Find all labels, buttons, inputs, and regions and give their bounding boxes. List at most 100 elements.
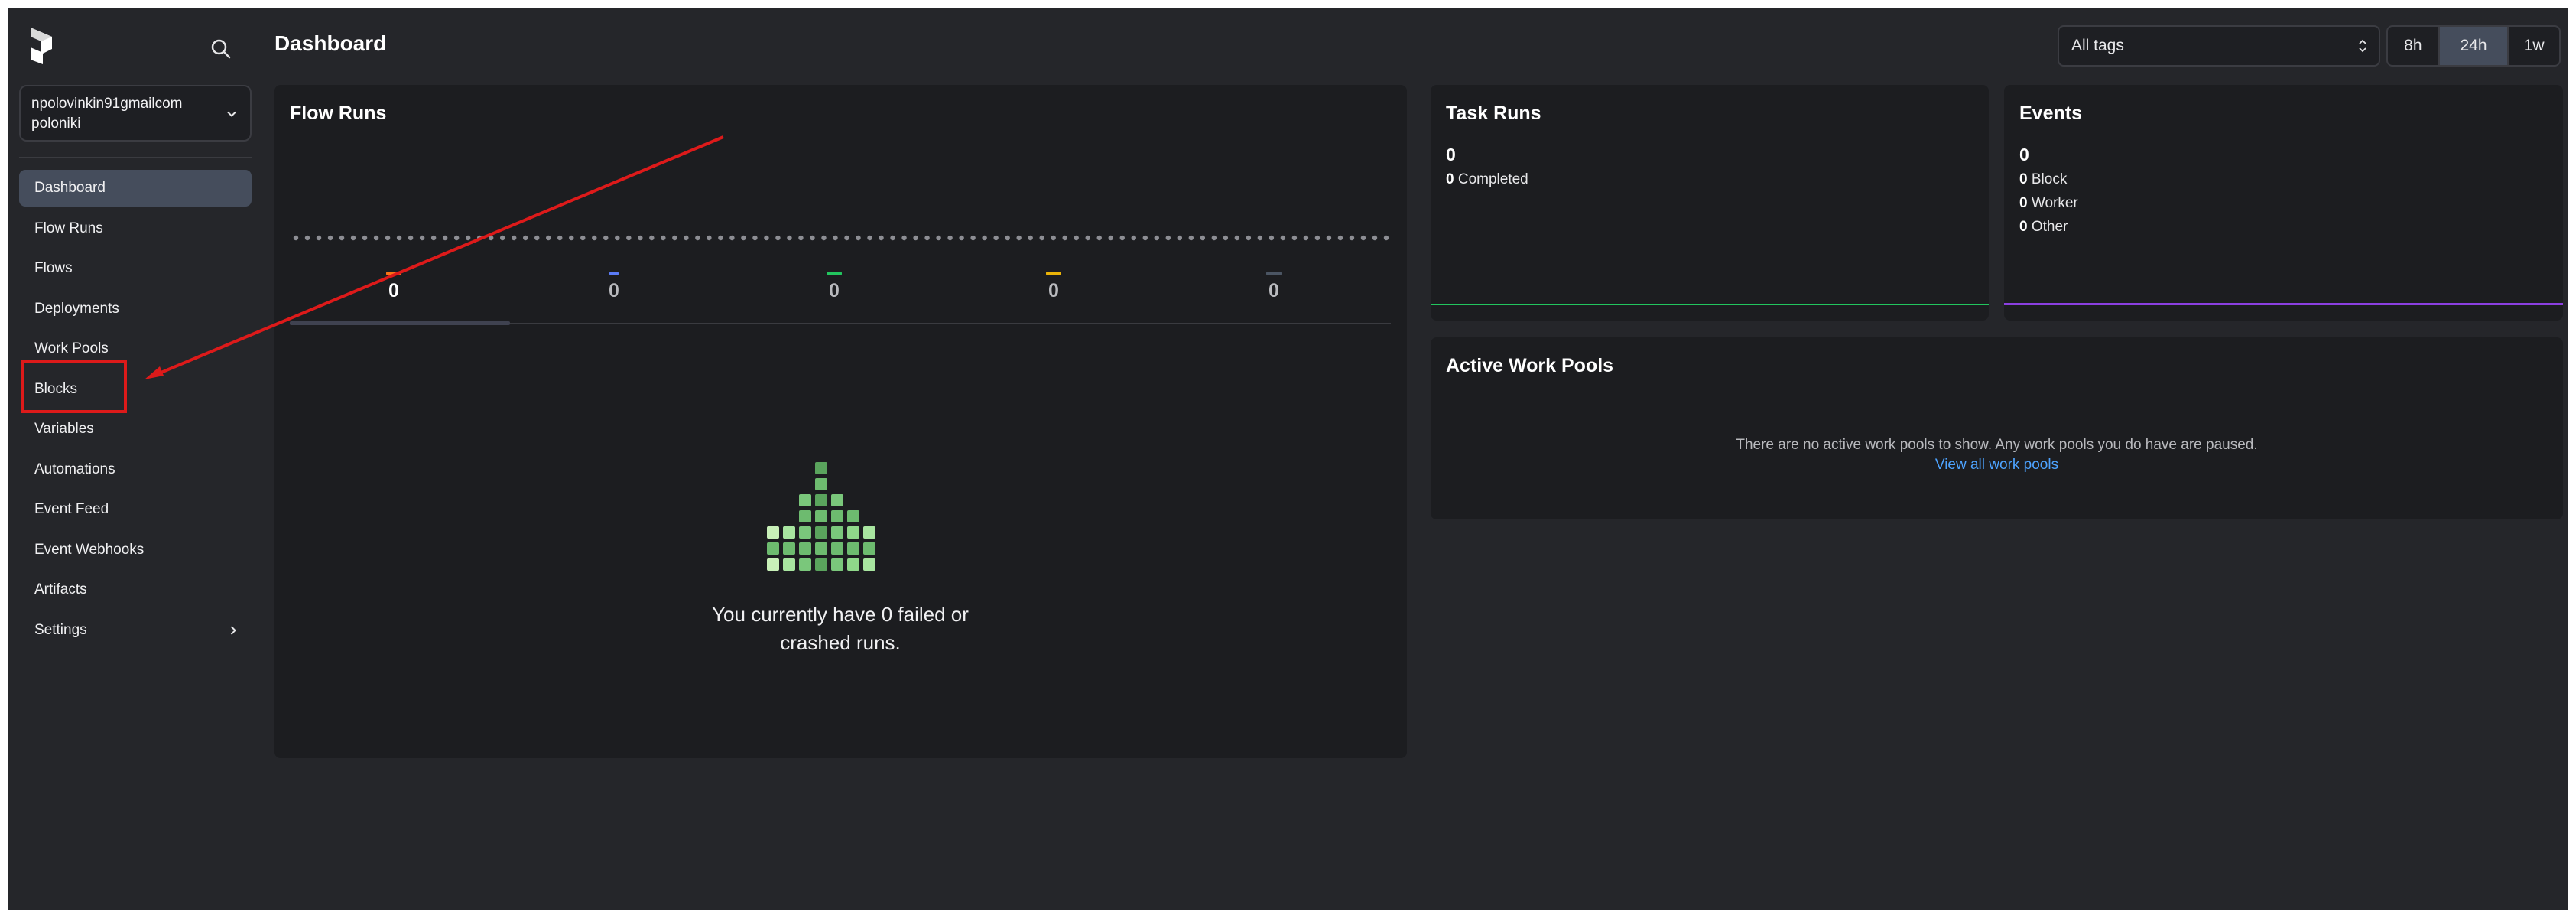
- state-tab-completed[interactable]: 0: [788, 272, 880, 302]
- timeline-dot: [1039, 235, 1044, 241]
- illustration-block: [831, 542, 843, 555]
- timeline-dot: [557, 235, 563, 241]
- timeline-dot: [1269, 235, 1275, 241]
- timeline-dot: [1062, 235, 1067, 241]
- timeline-dot: [476, 235, 482, 241]
- timeline-dot: [430, 235, 437, 241]
- illustration-block: [767, 526, 779, 539]
- timeline-dot: [396, 235, 402, 241]
- page-title: Dashboard: [274, 31, 387, 55]
- timeline-dot: [419, 235, 425, 241]
- timeline-dot: [638, 235, 643, 241]
- illustration-block: [815, 542, 827, 555]
- timeline-dot: [1085, 235, 1090, 241]
- illustration-block: [799, 558, 811, 571]
- state-color-mark: [609, 272, 619, 275]
- timeline-dot: [1005, 235, 1010, 241]
- chevron-down-icon: [226, 108, 238, 124]
- illustration-block: [799, 510, 811, 522]
- events-sparkline: [2004, 303, 2563, 305]
- completed-count: 0: [1446, 171, 1454, 187]
- timeline-dot: [1303, 235, 1309, 241]
- state-tab-running[interactable]: 0: [568, 272, 660, 302]
- timeline-dot: [661, 235, 666, 241]
- flow-runs-title: Flow Runs: [290, 103, 387, 124]
- state-count: 0: [1048, 280, 1059, 301]
- timeline-dot: [993, 235, 999, 241]
- timeline-dot: [1188, 235, 1194, 241]
- time-range-toggle: 8h 24h 1w: [2386, 25, 2561, 67]
- view-all-work-pools-link[interactable]: View all work pools: [1431, 457, 2563, 474]
- timeline-dot: [1096, 235, 1102, 241]
- illustration-block: [863, 526, 875, 539]
- illustration-block: [831, 526, 843, 539]
- sidebar-item-label: Variables: [34, 421, 94, 437]
- range-24h-button[interactable]: 24h: [2439, 27, 2509, 65]
- illustration-block: [847, 558, 859, 571]
- illustration-block: [799, 526, 811, 539]
- range-1w-button[interactable]: 1w: [2509, 27, 2559, 65]
- task-runs-total: 0: [1446, 145, 1456, 164]
- sidebar-item-automations[interactable]: Automations: [19, 451, 252, 488]
- timeline-dot: [695, 235, 700, 241]
- illustration-block: [783, 526, 795, 539]
- state-count: 0: [1269, 280, 1279, 301]
- timeline-dot: [856, 235, 861, 241]
- timeline-dot: [546, 235, 551, 241]
- illustration-block: [783, 558, 795, 571]
- app-window: npolovinkin91gmailcom poloniki Dashboard…: [8, 8, 2568, 910]
- event-count: 0: [2019, 171, 2028, 187]
- state-color-mark: [386, 272, 401, 275]
- timeline-dot: [684, 235, 689, 241]
- timeline-dot: [1131, 235, 1136, 241]
- sidebar-item-variables[interactable]: Variables: [19, 411, 252, 448]
- timeline-dot: [1154, 235, 1159, 241]
- sidebar-item-dashboard[interactable]: Dashboard: [19, 170, 252, 207]
- state-count: 0: [609, 280, 619, 301]
- event-label: Other: [2031, 219, 2068, 235]
- timeline-dot: [752, 235, 758, 241]
- timeline-dot: [649, 235, 655, 241]
- illustration-block: [847, 510, 859, 522]
- events-row-other: 0 Other: [2019, 219, 2068, 236]
- timeline-dot: [1383, 235, 1389, 241]
- state-tab-cancelled[interactable]: 0: [1228, 272, 1320, 302]
- timeline-dot: [499, 235, 505, 241]
- range-8h-button[interactable]: 8h: [2388, 27, 2440, 65]
- illustration-block: [815, 494, 827, 506]
- timeline-dot: [465, 235, 471, 241]
- sidebar-item-deployments[interactable]: Deployments: [19, 291, 252, 327]
- event-label: Block: [2031, 171, 2068, 187]
- sidebar-item-event-webhooks[interactable]: Event Webhooks: [19, 532, 252, 568]
- timeline-dot: [798, 235, 804, 241]
- sidebar-item-label: Artifacts: [34, 581, 87, 597]
- timeline-dot: [523, 235, 528, 241]
- prefect-logo-icon[interactable]: [26, 26, 57, 66]
- sidebar-item-event-feed[interactable]: Event Feed: [19, 491, 252, 528]
- sidebar-item-label: Deployments: [34, 300, 119, 317]
- workspace-selector[interactable]: npolovinkin91gmailcom poloniki: [19, 85, 252, 142]
- timeline-dot: [569, 235, 574, 241]
- sidebar-item-artifacts[interactable]: Artifacts: [19, 571, 252, 608]
- tags-filter-select[interactable]: All tags: [2058, 25, 2380, 67]
- timeline-dot: [867, 235, 872, 241]
- state-tab-scheduled[interactable]: 0: [1008, 272, 1100, 302]
- events-title: Events: [2019, 103, 2082, 124]
- timeline-dot: [1280, 235, 1286, 241]
- select-arrows-icon: [2357, 37, 2368, 59]
- bar-chart-illustration-icon: [767, 462, 875, 571]
- sidebar-item-settings[interactable]: Settings: [19, 612, 252, 649]
- timeline-dot: [1291, 235, 1298, 241]
- timeline-dot: [350, 235, 356, 241]
- state-tab-failed[interactable]: 0: [348, 272, 440, 302]
- timeline-dot: [901, 235, 907, 241]
- event-count: 0: [2019, 219, 2028, 235]
- timeline-dot: [718, 235, 723, 241]
- illustration-block: [847, 526, 859, 539]
- sidebar-item-flow-runs[interactable]: Flow Runs: [19, 210, 252, 247]
- timeline-dot: [970, 235, 976, 241]
- search-icon[interactable]: [206, 34, 236, 64]
- illustration-block: [767, 542, 779, 555]
- sidebar-item-flows[interactable]: Flows: [19, 250, 252, 287]
- timeline-dot: [1074, 235, 1079, 241]
